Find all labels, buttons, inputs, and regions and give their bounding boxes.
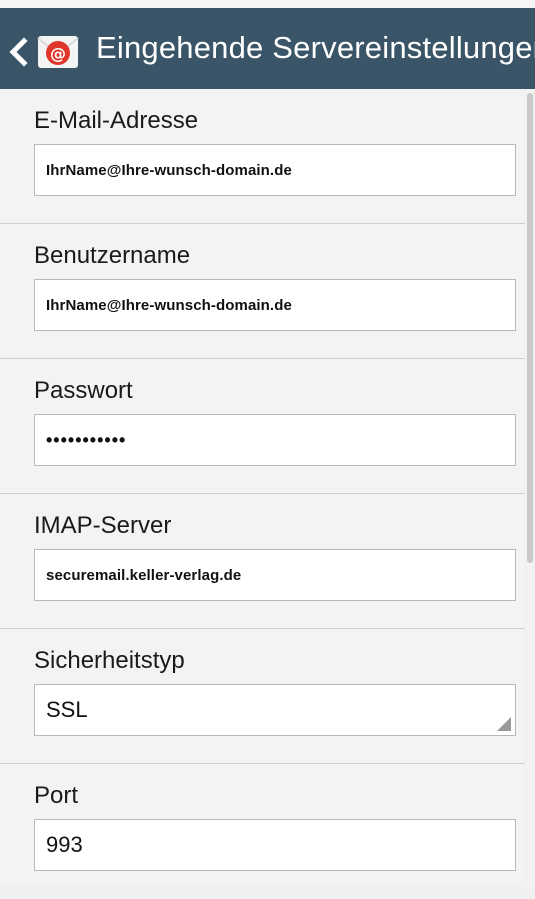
imap-server-section: IMAP-Server securemail.keller-verlag.de xyxy=(0,494,525,629)
username-section: Benutzername IhrName@Ihre-wunsch-domain.… xyxy=(0,224,525,359)
port-section: Port 993 xyxy=(0,764,525,899)
security-type-section: Sicherheitstyp SSL xyxy=(0,629,525,764)
settings-form: E-Mail-Adresse IhrName@Ihre-wunsch-domai… xyxy=(0,89,525,886)
email-at-icon: @ xyxy=(37,36,79,68)
security-type-value: SSL xyxy=(46,697,88,722)
username-field[interactable]: IhrName@Ihre-wunsch-domain.de xyxy=(34,279,516,331)
chevron-left-icon[interactable] xyxy=(6,36,30,68)
password-label: Passwort xyxy=(34,377,133,404)
imap-server-field[interactable]: securemail.keller-verlag.de xyxy=(34,549,516,601)
email-section: E-Mail-Adresse IhrName@Ihre-wunsch-domai… xyxy=(0,89,525,224)
scrollbar[interactable] xyxy=(527,89,533,886)
username-label: Benutzername xyxy=(34,242,191,269)
email-label: E-Mail-Adresse xyxy=(34,107,199,134)
svg-text:@: @ xyxy=(50,44,66,63)
page-title: Eingehende Servereinstellungen xyxy=(96,30,535,65)
dropdown-corner-icon xyxy=(497,717,511,731)
password-field[interactable]: ••••••••••• xyxy=(34,414,516,466)
password-section: Passwort ••••••••••• xyxy=(0,359,525,494)
email-field[interactable]: IhrName@Ihre-wunsch-domain.de xyxy=(34,144,516,196)
port-field[interactable]: 993 xyxy=(34,819,516,871)
imap-server-label: IMAP-Server xyxy=(34,512,172,539)
port-label: Port xyxy=(34,782,79,809)
security-type-dropdown[interactable]: SSL xyxy=(34,684,516,736)
security-type-label: Sicherheitstyp xyxy=(34,647,185,674)
scrollbar-thumb[interactable] xyxy=(527,93,533,563)
action-bar: @ Eingehende Servereinstellungen xyxy=(0,0,535,89)
